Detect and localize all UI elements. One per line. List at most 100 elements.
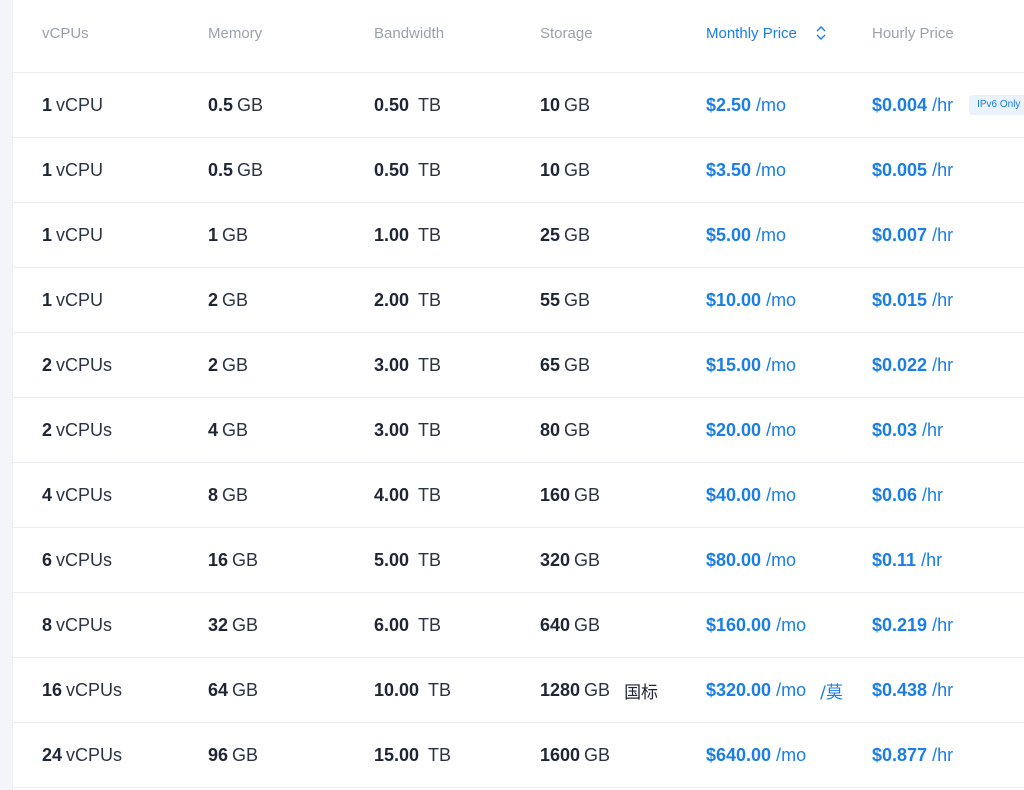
vcpu-unit: vCPUs [56,419,113,440]
monthly-price-unit: /mo [776,614,807,635]
monthly-price-unit: /mo [766,289,797,310]
cell-bandwidth: 10.00 TB [374,658,451,722]
table-row[interactable]: 6 vCPUs 16 GB 5.00 TB 320 GB $80.00/mo $0.11/hr [12,528,1024,593]
monthly-price-value: $2.50 [706,94,752,115]
cell-monthly-price: $20.00/mo [706,398,796,462]
bandwidth-value: 0.50 [374,159,410,180]
vcpu-unit: vCPU [56,94,104,115]
bandwidth-value: 15.00 [374,744,420,765]
vcpu-unit: vCPUs [56,354,113,375]
storage-unit: GB [574,614,601,635]
memory-unit: GB [222,354,249,375]
cell-hourly-price: $0.004/hr IPv6 Only [872,73,1024,137]
cell-memory: 1 GB [208,203,248,267]
table-row[interactable]: 16 vCPUs 64 GB 10.00 TB 1280 GB 国标 $320.00/mo/莫 $0… [12,658,1024,723]
table-row[interactable]: 2 vCPUs 4 GB 3.00 TB 80 GB $20.00/mo $0.03/hr [12,398,1024,463]
table-row[interactable]: 1 vCPU 0.5 GB 0.50 TB 10 GB $2.50/mo $0.004/hr IPv… [12,73,1024,138]
memory-value: 2 [208,354,219,375]
vcpu-unit: vCPUs [66,679,123,700]
vcpu-unit: vCPU [56,159,104,180]
table-row[interactable]: 1 vCPU 1 GB 1.00 TB 25 GB $5.00/mo $0.007/hr [12,203,1024,268]
memory-value: 8 [208,484,219,505]
cell-bandwidth: 3.00 TB [374,333,441,397]
table-row[interactable]: 24 vCPUs 96 GB 15.00 TB 1600 GB $640.00/mo $0.877… [12,723,1024,788]
bandwidth-unit: TB [418,484,442,505]
hourly-price-value: $0.219 [872,614,928,635]
memory-value: 4 [208,419,219,440]
bandwidth-value: 5.00 [374,549,410,570]
storage-value: 10 [540,94,561,115]
cell-monthly-price: $15.00/mo [706,333,796,397]
cell-bandwidth: 0.50 TB [374,73,441,137]
cell-vcpus: 24 vCPUs [42,723,122,787]
sort-icon[interactable] [815,25,827,41]
monthly-price-value: $160.00 [706,614,772,635]
cell-hourly-price: $0.03/hr [872,398,943,462]
cell-memory: 64 GB [208,658,258,722]
memory-unit: GB [232,679,259,700]
cell-storage: 10 GB [540,73,590,137]
table-row[interactable]: 1 vCPU 0.5 GB 0.50 TB 10 GB $3.50/mo $0.005/hr [12,138,1024,203]
table-row[interactable]: 2 vCPUs 2 GB 3.00 TB 65 GB $15.00/mo $0.022/hr [12,333,1024,398]
vcpu-count: 6 [42,549,53,570]
monthly-price-unit: /mo [756,224,787,245]
table-body: 1 vCPU 0.5 GB 0.50 TB 10 GB $2.50/mo $0.004/hr IPv… [12,73,1024,788]
hourly-price-unit: /hr [932,94,954,115]
cell-monthly-price: $10.00/mo [706,268,796,332]
cell-storage: 640 GB [540,593,600,657]
header-memory[interactable]: Memory [208,0,262,72]
cell-memory: 0.5 GB [208,73,263,137]
cell-monthly-price: $320.00/mo/莫 [706,658,843,722]
storage-value: 25 [540,224,561,245]
vcpu-count: 1 [42,94,53,115]
cell-vcpus: 4 vCPUs [42,463,112,527]
bandwidth-unit: TB [418,549,442,570]
hourly-price-value: $0.007 [872,224,928,245]
vcpu-count: 2 [42,419,53,440]
bandwidth-unit: TB [428,744,452,765]
bandwidth-value: 6.00 [374,614,410,635]
cell-vcpus: 8 vCPUs [42,593,112,657]
hourly-price-unit: /hr [932,159,954,180]
hourly-price-value: $0.005 [872,159,928,180]
bandwidth-unit: TB [418,354,442,375]
vcpu-count: 16 [42,679,63,700]
table-row[interactable]: 1 vCPU 2 GB 2.00 TB 55 GB $10.00/mo $0.015/hr [12,268,1024,333]
memory-value: 2 [208,289,219,310]
cell-bandwidth: 4.00 TB [374,463,441,527]
bandwidth-unit: TB [418,224,442,245]
bandwidth-unit: TB [418,289,442,310]
cell-vcpus: 2 vCPUs [42,333,112,397]
monthly-price-value: $3.50 [706,159,752,180]
storage-unit: GB [564,419,591,440]
cell-vcpus: 1 vCPU [42,73,103,137]
cell-storage: 1600 GB [540,723,610,787]
vcpu-count: 2 [42,354,53,375]
storage-extra-text: 国标 [624,682,659,703]
storage-unit: GB [574,484,601,505]
cell-vcpus: 16 vCPUs [42,658,122,722]
header-vcpus[interactable]: vCPUs [42,0,89,72]
cell-bandwidth: 6.00 TB [374,593,441,657]
table-row[interactable]: 4 vCPUs 8 GB 4.00 TB 160 GB $40.00/mo $0.06/hr [12,463,1024,528]
header-bandwidth[interactable]: Bandwidth [374,0,444,72]
memory-unit: GB [237,94,264,115]
monthly-price-unit: /mo [756,159,787,180]
cell-storage: 320 GB [540,528,600,592]
memory-value: 1 [208,224,219,245]
storage-value: 80 [540,419,561,440]
storage-unit: GB [564,94,591,115]
hourly-price-unit: /hr [932,744,954,765]
memory-unit: GB [232,614,259,635]
bandwidth-value: 1.00 [374,224,410,245]
header-hourly-price[interactable]: Hourly Price [872,0,954,72]
cell-storage: 80 GB [540,398,590,462]
table-row[interactable]: 8 vCPUs 32 GB 6.00 TB 640 GB $160.00/mo $0.219/hr [12,593,1024,658]
header-monthly-price[interactable]: Monthly Price [706,0,827,72]
storage-unit: GB [564,289,591,310]
storage-unit: GB [584,744,611,765]
memory-value: 64 [208,679,229,700]
vcpu-count: 4 [42,484,53,505]
header-storage[interactable]: Storage [540,0,593,72]
cell-storage: 55 GB [540,268,590,332]
